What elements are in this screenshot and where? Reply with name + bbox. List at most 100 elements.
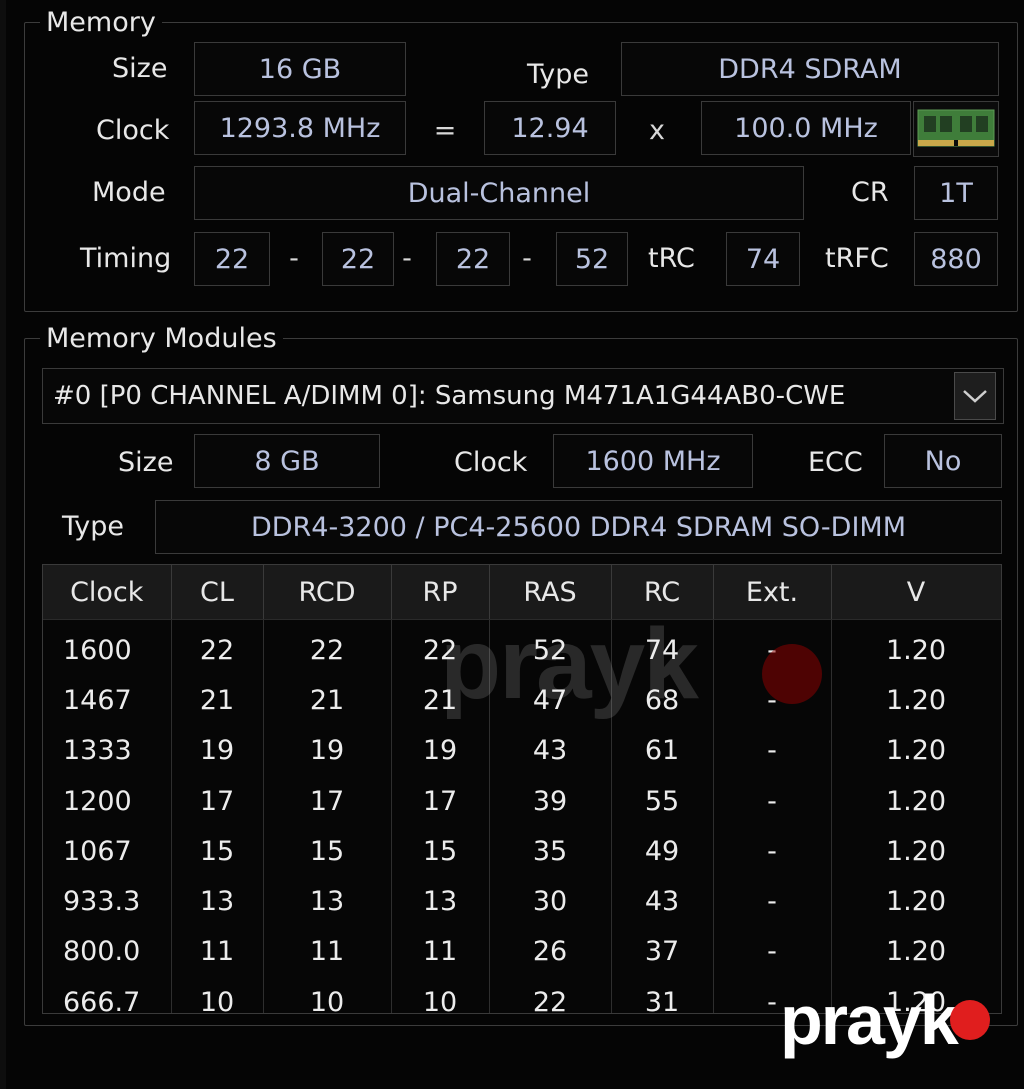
table-cell: 666.7 <box>43 977 172 1013</box>
timing-dash: - <box>402 243 412 274</box>
table-cell: 1333 <box>43 725 172 776</box>
module-slot-select[interactable]: #0 [P0 CHANNEL A/DIMM 0]: Samsung M471A1… <box>42 368 1004 424</box>
table-cell: - <box>713 926 832 978</box>
memory-type-label: Type <box>527 59 590 90</box>
table-cell: 1.20 <box>831 926 1001 978</box>
module-size-value: 8 GB <box>194 434 380 488</box>
module-ecc-value: No <box>884 434 1002 488</box>
watermark-overlay-dot <box>762 644 822 704</box>
memory-trfc-value: 880 <box>914 232 998 286</box>
table-cell: 35 <box>489 826 612 877</box>
table-cell: 31 <box>611 977 714 1013</box>
table-cell: 1200 <box>43 775 172 827</box>
table-cell: 1.20 <box>831 725 1001 776</box>
timing-rp-value: 22 <box>436 232 510 286</box>
memory-type-value: DDR4 SDRAM <box>621 42 999 96</box>
memory-mode-label: Mode <box>92 177 166 208</box>
table-cell: 1600 <box>43 619 172 676</box>
table-row: 800.0 11 11 11 26 37-1.20 <box>43 926 1001 978</box>
table-row: 1333 19 19 19 43 61-1.20 <box>43 725 1001 776</box>
table-cell: - <box>713 826 832 877</box>
timing-dash: - <box>289 243 299 274</box>
timing-cl-value: 22 <box>194 232 270 286</box>
table-row: 1200 17 17 17 39 55-1.20 <box>43 775 1001 827</box>
module-type-value: DDR4-3200 / PC4-25600 DDR4 SDRAM SO-DIMM <box>155 500 1002 554</box>
watermark-overlay-text: prayk <box>440 608 699 720</box>
table-cell: 61 <box>611 725 714 776</box>
module-clock-value: 1600 MHz <box>553 434 753 488</box>
table-cell: - <box>713 725 832 776</box>
memory-cr-label: CR <box>851 177 889 208</box>
memory-size-label: Size <box>112 53 168 84</box>
module-clock-label: Clock <box>454 447 528 478</box>
table-cell: 30 <box>489 876 612 927</box>
table-cell: 21 <box>171 675 264 726</box>
memory-trc-label: tRC <box>648 243 695 274</box>
table-cell: 17 <box>391 775 490 827</box>
memory-cr-value: 1T <box>914 166 998 220</box>
memory-clock-label: Clock <box>96 115 170 146</box>
memory-multiplier-value: 12.94 <box>484 101 616 155</box>
table-cell: 19 <box>391 725 490 776</box>
module-type-label: Type <box>62 511 125 542</box>
module-size-label: Size <box>118 447 174 478</box>
timing-rcd-value: 22 <box>322 232 394 286</box>
memory-bus-clock-value: 100.0 MHz <box>701 101 911 155</box>
table-cell: 43 <box>611 876 714 927</box>
table-cell: 55 <box>611 775 714 827</box>
column-header-clock[interactable]: Clock <box>43 565 172 620</box>
memory-size-value: 16 GB <box>194 42 406 96</box>
table-cell: 49 <box>611 826 714 877</box>
table-cell: 11 <box>391 926 490 978</box>
table-cell: - <box>713 775 832 827</box>
chevron-down-icon[interactable] <box>954 372 996 420</box>
table-cell: 15 <box>391 826 490 877</box>
watermark-logo: prayk <box>780 978 959 1062</box>
table-cell: 43 <box>489 725 612 776</box>
memory-modules-legend: Memory Modules <box>40 321 283 357</box>
column-header-cl[interactable]: CL <box>171 565 264 620</box>
table-cell: 10 <box>263 977 392 1013</box>
table-cell: 22 <box>263 619 392 676</box>
table-cell: 19 <box>263 725 392 776</box>
table-cell: 10 <box>391 977 490 1013</box>
table-cell: 1467 <box>43 675 172 726</box>
watermark-logo-text: prayk <box>780 981 959 1059</box>
table-cell: 1.20 <box>831 619 1001 676</box>
table-cell: 933.3 <box>43 876 172 927</box>
table-cell: 1.20 <box>831 876 1001 927</box>
table-cell: 800.0 <box>43 926 172 978</box>
table-cell: 15 <box>171 826 264 877</box>
table-cell: 26 <box>489 926 612 978</box>
column-header-v[interactable]: V <box>831 565 1001 620</box>
table-cell: 19 <box>171 725 264 776</box>
memory-clock-value: 1293.8 MHz <box>194 101 406 155</box>
memory-trfc-label: tRFC <box>825 243 889 274</box>
column-header-rcd[interactable]: RCD <box>263 565 392 620</box>
memory-trc-value: 74 <box>726 232 800 286</box>
timing-dash: - <box>522 243 532 274</box>
table-cell: 17 <box>263 775 392 827</box>
window-edge <box>0 0 6 1089</box>
table-cell: 10 <box>171 977 264 1013</box>
table-cell: 1.20 <box>831 675 1001 726</box>
table-cell: 15 <box>263 826 392 877</box>
table-cell: 39 <box>489 775 612 827</box>
table-cell: 11 <box>171 926 264 978</box>
table-cell: 21 <box>263 675 392 726</box>
table-cell: 13 <box>391 876 490 927</box>
module-ecc-label: ECC <box>808 447 863 478</box>
table-cell: 37 <box>611 926 714 978</box>
table-cell: 1067 <box>43 826 172 877</box>
table-cell: 13 <box>171 876 264 927</box>
table-cell: 1.20 <box>831 826 1001 877</box>
times-sign: x <box>649 115 665 146</box>
table-row: 933.3 13 13 13 30 43-1.20 <box>43 876 1001 927</box>
watermark-overlay: prayk <box>440 604 699 724</box>
ram-stick-icon <box>913 101 999 157</box>
table-cell: 22 <box>489 977 612 1013</box>
watermark-logo-dot <box>950 1000 990 1040</box>
column-header-ext[interactable]: Ext. <box>713 565 832 620</box>
table-cell: 11 <box>263 926 392 978</box>
table-row: 1067 15 15 15 35 49-1.20 <box>43 826 1001 877</box>
